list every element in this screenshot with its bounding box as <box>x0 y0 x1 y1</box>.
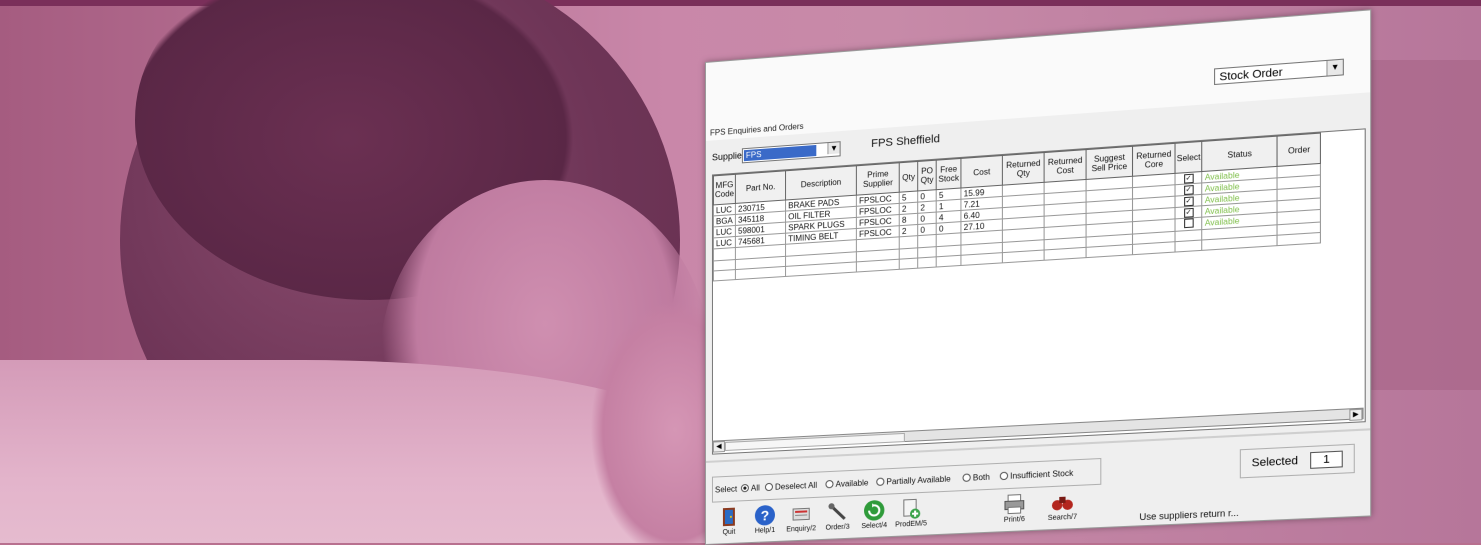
col-header[interactable]: Returned Cost <box>1044 149 1087 183</box>
svg-text:?: ? <box>761 507 770 523</box>
app-window: FPS Enquiries and Orders Stock Order ▼ S… <box>705 9 1372 545</box>
empty-cell[interactable] <box>1044 247 1087 261</box>
quit-button[interactable]: Quit <box>712 503 746 545</box>
binoculars-icon <box>1051 496 1073 511</box>
empty-cell[interactable] <box>1002 249 1045 263</box>
empty-cell[interactable] <box>1277 232 1321 246</box>
empty-cell[interactable] <box>1132 241 1176 255</box>
radio-icon[interactable] <box>740 483 749 493</box>
print-button[interactable]: Print/6 <box>997 490 1032 533</box>
col-header[interactable]: Returned Core <box>1132 143 1176 177</box>
order-type-value: Stock Order <box>1219 66 1283 84</box>
empty-cell[interactable] <box>856 259 900 273</box>
radio-all[interactable]: All <box>740 483 760 493</box>
supplier-label: Supplier <box>711 150 745 163</box>
chevron-down-icon[interactable]: ▼ <box>1326 59 1343 76</box>
radio-deselect-all[interactable]: Deselect All <box>764 481 817 493</box>
empty-cell[interactable] <box>1086 244 1133 258</box>
col-header[interactable]: Qty <box>899 161 918 193</box>
chevron-down-icon[interactable]: ▼ <box>827 142 840 155</box>
selected-count-box: Selected 1 <box>1239 443 1355 479</box>
wrench-icon <box>826 500 848 523</box>
scroll-right-icon[interactable]: ▶ <box>1349 408 1363 421</box>
order-button[interactable]: Order/3 <box>820 498 854 540</box>
select-checkbox[interactable] <box>1183 218 1194 229</box>
col-header[interactable]: Cost <box>961 155 1003 188</box>
empty-cell[interactable] <box>713 269 736 281</box>
enquiry-icon <box>790 502 812 525</box>
col-header[interactable]: Suggest Sell Price <box>1086 146 1133 180</box>
radio-both[interactable]: Both <box>962 473 990 483</box>
empty-cell[interactable] <box>899 258 918 270</box>
empty-cell[interactable] <box>961 252 1003 266</box>
select-label: Select <box>714 484 738 495</box>
radio-available[interactable]: Available <box>825 478 868 489</box>
empty-cell[interactable] <box>917 256 937 269</box>
selected-label: Selected <box>1251 454 1298 470</box>
help-icon: ? <box>754 504 775 526</box>
radio-icon[interactable] <box>999 471 1009 481</box>
col-header[interactable]: PO Qty <box>917 160 937 191</box>
document-add-icon <box>900 497 923 520</box>
supplier-dropdown[interactable]: FPS ▼ <box>741 141 841 164</box>
col-header[interactable]: Returned Qty <box>1002 152 1045 186</box>
help-button[interactable]: ? Help/1 <box>748 501 782 543</box>
supplier-name: FPS Sheffield <box>871 132 940 151</box>
selected-count: 1 <box>1310 450 1343 469</box>
supplier-code: FPS <box>743 144 817 162</box>
select-checkbox[interactable]: ✓ <box>1183 196 1194 207</box>
select-checkbox[interactable]: ✓ <box>1183 173 1194 184</box>
empty-cell[interactable] <box>735 266 786 280</box>
app-window-wrapper: FPS Enquiries and Orders Stock Order ▼ S… <box>705 9 1372 545</box>
select-checkbox[interactable]: ✓ <box>1183 207 1194 218</box>
col-header[interactable]: Prime Supplier <box>856 162 900 196</box>
printer-icon <box>1003 492 1026 516</box>
radio-icon[interactable] <box>764 482 773 492</box>
search-button[interactable]: Search/7 <box>1045 488 1081 531</box>
col-header[interactable]: Order <box>1277 133 1321 167</box>
door-exit-icon <box>722 507 735 527</box>
radio-icon[interactable] <box>962 473 971 482</box>
parts-grid: MFG Code Part No. Description Prime Supp… <box>711 128 1366 455</box>
enquiry-button[interactable]: Enquiry/2 <box>784 500 818 542</box>
radio-partially-available[interactable]: Partially Available <box>876 474 951 487</box>
scroll-left-icon[interactable]: ◀ <box>712 440 725 453</box>
empty-cell[interactable] <box>1175 239 1203 253</box>
col-header[interactable]: MFG Code <box>713 174 736 205</box>
radio-insufficient-stock[interactable]: Insufficient Stock <box>999 469 1073 482</box>
select-checkbox[interactable]: ✓ <box>1183 185 1194 196</box>
select-button[interactable]: Select/4 <box>857 496 892 538</box>
radio-icon[interactable] <box>876 477 885 487</box>
col-header[interactable]: Free Stock <box>936 158 962 190</box>
empty-cell[interactable] <box>936 255 962 268</box>
radio-icon[interactable] <box>825 479 834 489</box>
col-header[interactable]: Select <box>1175 141 1203 174</box>
prodem-button[interactable]: ProdEM/5 <box>894 495 929 537</box>
refresh-icon <box>864 499 885 521</box>
order-type-dropdown[interactable]: Stock Order ▼ <box>1214 58 1344 86</box>
window-title: FPS Enquiries and Orders <box>709 121 804 138</box>
col-header[interactable]: Part No. <box>735 170 786 204</box>
